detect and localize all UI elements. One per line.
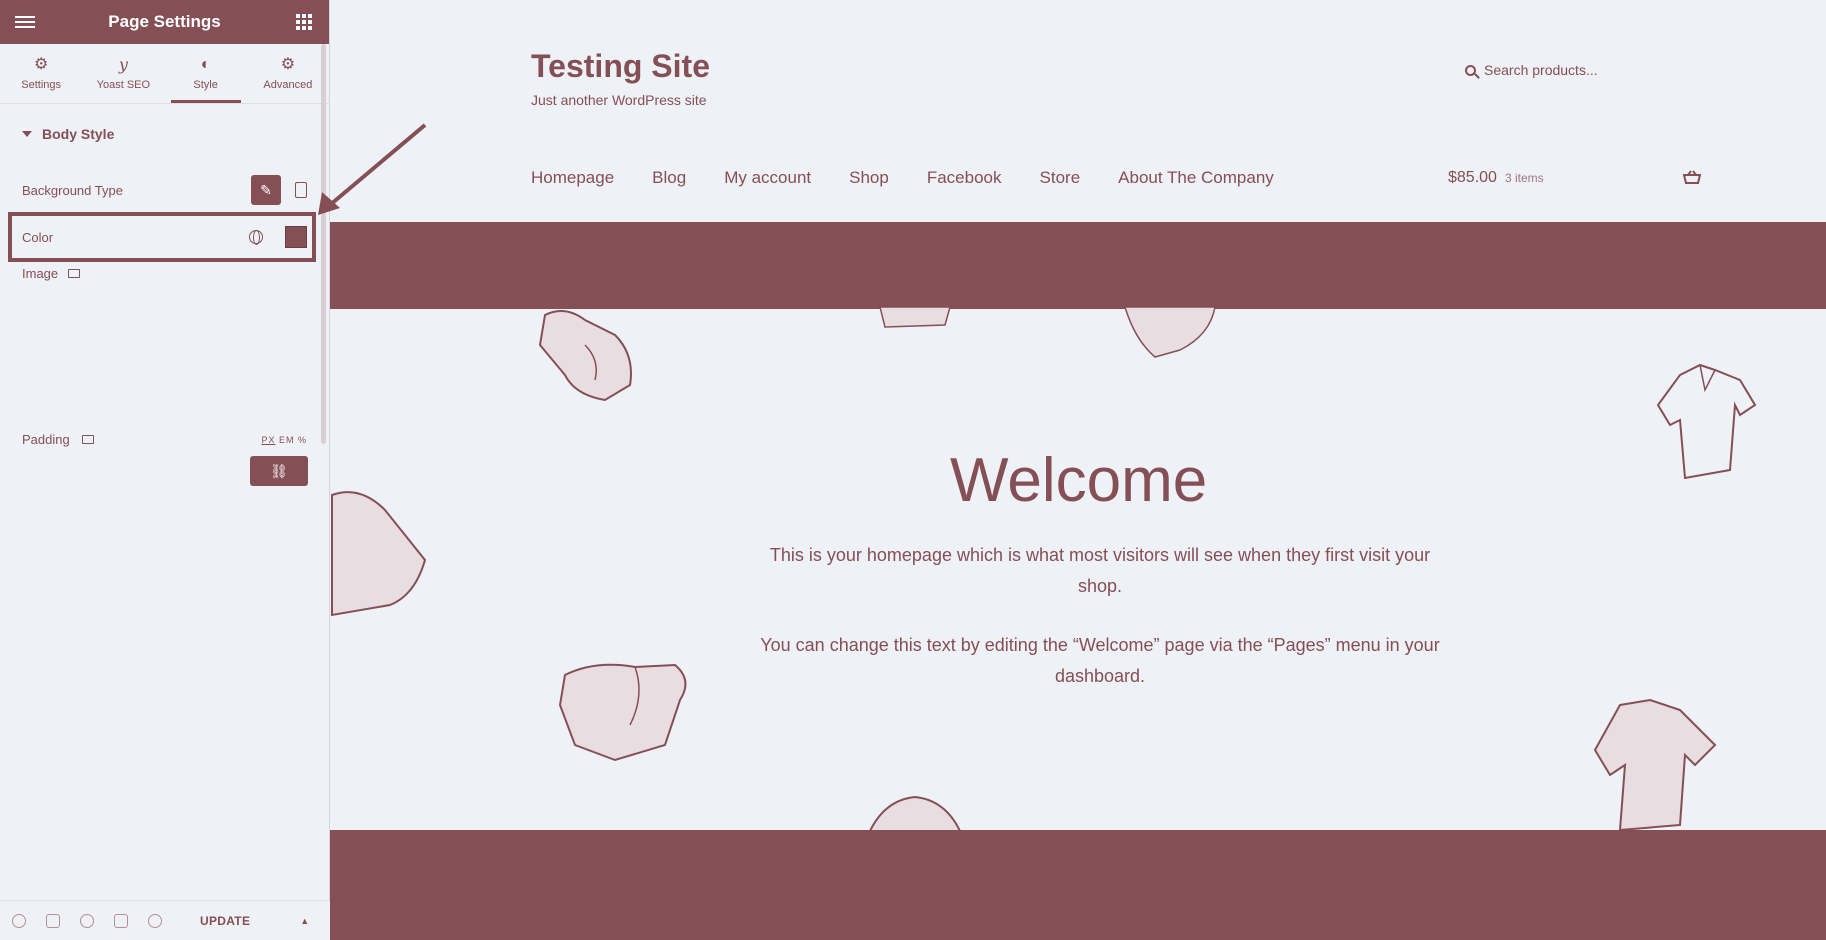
hoodie-illustration-2 [558, 663, 687, 762]
sweater-illustration [331, 491, 427, 617]
nav-item-my-account[interactable]: My account [724, 168, 811, 188]
panel-tabs: ⚙ Settings y Yoast SEO ◐ Style ⚙ Advance… [0, 44, 329, 104]
background-type-control: Background Type ✎ [22, 175, 307, 205]
monitor-icon[interactable] [68, 269, 81, 278]
shirt-illustration [879, 306, 951, 328]
panel-title: Page Settings [108, 12, 221, 31]
unit-other[interactable]: EM % [279, 435, 307, 445]
footer-band [330, 830, 1826, 940]
welcome-heading: Welcome [950, 446, 1208, 515]
search-icon [1465, 64, 1476, 76]
panel-scrollbar[interactable] [321, 44, 326, 444]
image-control: Image [22, 266, 307, 281]
tab-settings[interactable]: ⚙ Settings [0, 44, 82, 103]
tab-label: Style [193, 78, 218, 91]
editor-panel: Page Settings ⚙ Settings y Yoast SEO ◐ S… [0, 0, 330, 940]
tab-style[interactable]: ◐ Style [165, 44, 247, 103]
search-input[interactable]: Search products... [1484, 62, 1598, 78]
color-label: Color [22, 229, 54, 245]
panel-footer: UPDATE ▲ [0, 900, 330, 940]
cart-summary[interactable]: $85.00 3 items [1448, 169, 1544, 187]
background-type-label: Background Type [22, 182, 123, 198]
header-band [330, 222, 1826, 309]
gear-icon: ⚙ [33, 55, 49, 73]
hoodie-illustration [538, 310, 632, 402]
site-tagline: Just another WordPress site [531, 92, 707, 108]
tab-advanced[interactable]: ⚙ Advanced [247, 44, 329, 103]
navigator-icon[interactable] [46, 913, 60, 928]
nav-item-homepage[interactable]: Homepage [531, 168, 614, 188]
settings-icon[interactable] [12, 913, 26, 928]
site-title[interactable]: Testing Site [531, 48, 710, 85]
tab-label: Advanced [263, 78, 313, 91]
gradient-button[interactable] [295, 182, 307, 198]
primary-nav: Homepage Blog My account Shop Facebook S… [531, 168, 1274, 188]
globe-icon[interactable] [249, 230, 263, 245]
section-title: Body Style [42, 126, 115, 142]
tab-label: Yoast SEO [96, 78, 151, 91]
polo-illustration [1656, 363, 1757, 480]
nav-item-about[interactable]: About The Company [1118, 168, 1274, 188]
basket-icon[interactable] [1683, 170, 1701, 184]
section-toggle-body-style[interactable]: Body Style [0, 126, 329, 142]
tab-yoast-seo[interactable]: y Yoast SEO [82, 44, 164, 103]
unit-switcher[interactable]: PX EM % [261, 435, 307, 445]
update-button[interactable]: UPDATE [200, 914, 250, 928]
yoast-icon: y [118, 54, 128, 74]
padding-control: Padding PX EM % [22, 432, 307, 447]
nav-item-facebook[interactable]: Facebook [927, 168, 1002, 188]
tab-label: Settings [21, 78, 61, 91]
site-preview: Testing Site Just another WordPress site… [330, 0, 1826, 940]
nav-item-blog[interactable]: Blog [652, 168, 686, 188]
padding-label: Padding [22, 432, 70, 447]
nav-item-store[interactable]: Store [1040, 168, 1081, 188]
link-values-button[interactable]: ⛓ [250, 456, 308, 486]
caret-up-icon[interactable]: ▲ [300, 916, 309, 926]
welcome-paragraph-2: You can change this text by editing the … [760, 635, 1440, 686]
panel-header: Page Settings [0, 0, 329, 44]
welcome-paragraph-1: This is your homepage which is what most… [769, 545, 1431, 596]
cart-count: 3 items [1504, 171, 1544, 185]
brush-icon: ✎ [260, 181, 272, 198]
classic-brush-button[interactable]: ✎ [251, 175, 281, 205]
preview-icon[interactable] [148, 913, 162, 928]
widgets-grid-icon[interactable] [293, 11, 315, 33]
color-control: Color [22, 226, 307, 248]
link-icon: ⛓ [270, 462, 288, 479]
nav-item-shop[interactable]: Shop [849, 168, 889, 188]
tshirt-illustration [1593, 698, 1717, 832]
responsive-icon[interactable] [114, 913, 128, 928]
caret-down-icon [22, 131, 32, 137]
cap-illustration [868, 795, 962, 831]
menu-icon[interactable] [14, 11, 36, 33]
history-icon[interactable] [80, 913, 94, 928]
monitor-icon[interactable] [81, 435, 94, 444]
image-label: Image [22, 266, 59, 281]
jacket-illustration [1123, 306, 1216, 358]
cart-amount: $85.00 [1448, 169, 1497, 186]
color-picker-swatch[interactable] [285, 226, 307, 248]
contrast-icon: ◐ [200, 55, 211, 73]
product-search[interactable]: Search products... [1465, 62, 1598, 78]
unit-px[interactable]: PX [261, 435, 275, 445]
gear-icon: ⚙ [280, 55, 296, 73]
